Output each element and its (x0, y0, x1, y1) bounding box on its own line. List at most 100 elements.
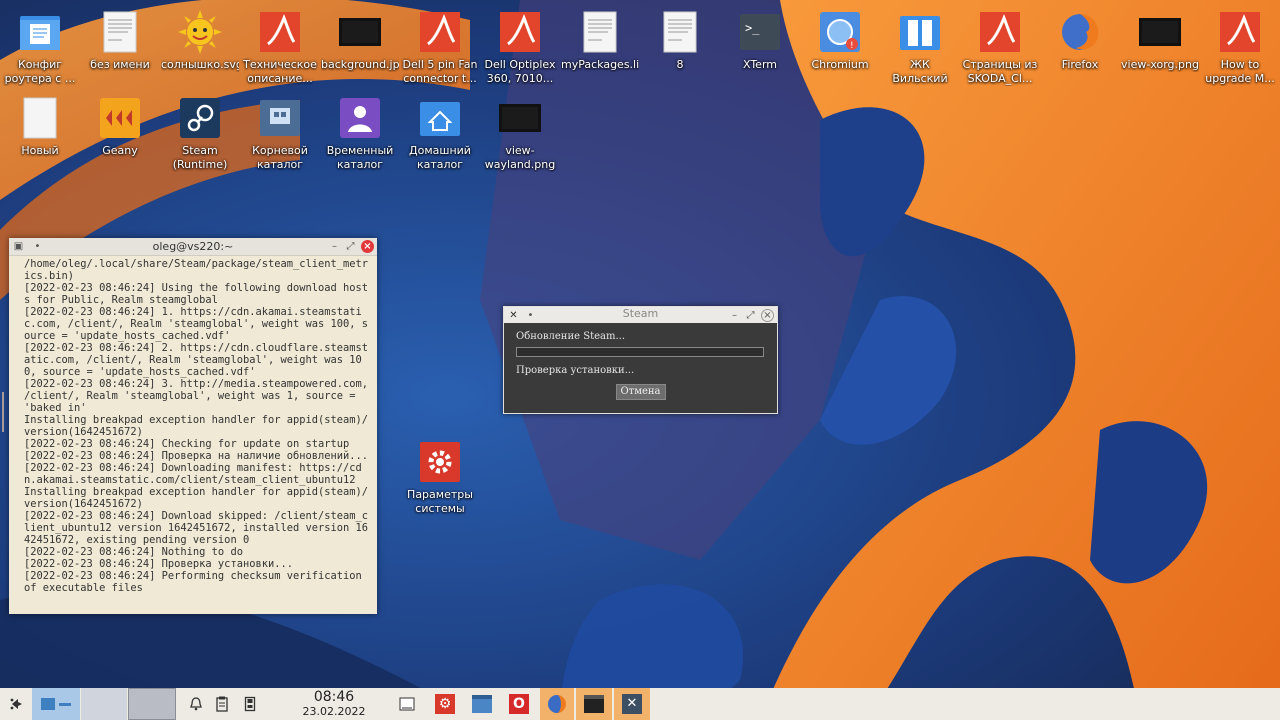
terminal-line: [2022-02-23 08:46:24] Проверка на наличи… (24, 450, 369, 462)
desktop-icon[interactable]: Техническое описание... (241, 6, 319, 90)
desktop-icon[interactable]: Конфиг роутера с ... (1, 6, 79, 90)
terminal-icon (584, 695, 604, 713)
terminal-title: oleg@vs220:~ (152, 240, 234, 253)
temp-folder-icon (338, 96, 382, 140)
desktop-icon[interactable]: Корневой каталог (241, 92, 319, 176)
pdf-file-icon (418, 10, 462, 54)
x-window-icon: ✕ (622, 694, 642, 714)
desktop-icon[interactable]: ! Chromium (801, 6, 879, 90)
close-button[interactable]: × (361, 240, 374, 253)
desktop-icon[interactable]: без имени (81, 6, 159, 90)
terminal-line: [2022-02-23 08:46:24] Checking for updat… (24, 438, 350, 450)
text-file-icon (98, 10, 142, 54)
desktop-icon[interactable]: view-wayland.png (481, 92, 559, 176)
firefox-icon (548, 695, 566, 713)
desktop-icon-label: How to upgrade M... (1205, 58, 1275, 85)
desktop-icon-label: myPackages.list (561, 58, 639, 71)
terminal-line: [2022-02-23 08:46:24] 1. https://cdn.aka… (24, 306, 369, 342)
workspace-3[interactable] (128, 688, 176, 720)
file-manager-icon (472, 695, 492, 713)
show-desktop-icon[interactable] (396, 688, 418, 720)
cancel-button[interactable]: Отмена (615, 384, 666, 400)
taskbar-file-manager-app[interactable] (468, 688, 496, 720)
desktop-icon[interactable]: Dell Optiplex 360, 7010... (481, 6, 559, 90)
terminal-scrollbar[interactable] (2, 392, 4, 432)
desktop-icon-label: Dell Optiplex 360, 7010... (484, 58, 556, 85)
terminal-line: [2022-02-23 08:46:24] Проверка установки… (24, 558, 293, 570)
desktop-icon[interactable]: Steam (Runtime) (161, 92, 239, 176)
desktop-icon[interactable]: солнышко.svg (161, 6, 239, 90)
desktop-icon[interactable]: Страницы из SKODA_Cl... (961, 6, 1039, 90)
taskbar-firefox-app[interactable] (540, 688, 574, 720)
desktop-icon-label: Steam (Runtime) (172, 144, 228, 171)
steam-icon (178, 96, 222, 140)
settings-gear-icon: ⚙ (435, 694, 455, 714)
desktop-icon[interactable]: myPackages.list (561, 6, 639, 90)
desktop-icon-label: Временный каталог (326, 144, 394, 171)
terminal-line: [2022-02-23 08:46:24] Using the followin… (24, 282, 369, 306)
workspace-1[interactable] (32, 688, 80, 720)
desktop-icon-label: без имени (90, 58, 150, 71)
folder-documents-icon (18, 10, 62, 54)
desktop-icon[interactable]: >_ XTerm (721, 6, 799, 90)
maximize-button[interactable]: ⤢ (744, 309, 757, 322)
taskbar: ⚙ O ✕ (0, 688, 1280, 720)
start-menu-button[interactable] (4, 688, 28, 720)
maximize-button[interactable]: ⤢ (344, 240, 357, 253)
image-file-icon (498, 96, 542, 140)
desktop-icon[interactable]: view-xorg.png (1121, 6, 1199, 90)
minimize-button[interactable]: – (728, 309, 741, 322)
desktop-icon[interactable]: Параметры системы (401, 436, 479, 520)
terminal-line: [2022-02-23 08:46:24] Download skipped: … (24, 510, 369, 546)
clock[interactable]: 08:46 23.02.2022 (294, 689, 374, 718)
desktop-icon[interactable]: 8 (641, 6, 719, 90)
desktop-icon[interactable]: Geany (81, 92, 159, 176)
desktop-icon[interactable]: Временный каталог (321, 92, 399, 176)
desktop-icon-label: ЖК Вильский (892, 58, 948, 85)
steam-update-dialog[interactable]: ✕ • Steam – ⤢ × Обновление Steam... Пров… (503, 306, 778, 414)
desktop-icon[interactable]: ЖК Вильский (881, 6, 959, 90)
terminal-line: Installing breakpad exception handler fo… (24, 486, 369, 510)
desktop-icon-label: Chromium (811, 58, 869, 71)
desktop-icon-label: Новый (21, 144, 59, 157)
desktop-icon-label: background.jpg (321, 58, 399, 71)
taskbar-xwindow-app[interactable]: ✕ (614, 688, 650, 720)
terminal-line: [2022-02-23 08:46:24] Nothing to do (24, 546, 243, 558)
close-button[interactable]: × (761, 309, 774, 322)
desktop-icon[interactable]: Dell 5 pin Fan connector t... (401, 6, 479, 90)
terminal-output[interactable]: /home/oleg/.local/share/Steam/package/st… (9, 256, 377, 598)
workspace-window-thumb (41, 698, 55, 710)
geany-icon (98, 96, 142, 140)
minimize-button[interactable]: – (328, 240, 341, 253)
pdf-file-icon (978, 10, 1022, 54)
taskbar-opera-app[interactable]: O (505, 688, 533, 720)
desktop-icon-label: view-wayland.png (484, 144, 556, 171)
desktop-icon[interactable]: Новый (1, 92, 79, 176)
desktop-icon-label: Dell 5 pin Fan connector t... (402, 58, 478, 85)
desktop-icon-label: Техническое описание... (243, 58, 317, 85)
desktop-icon[interactable]: Домашний каталог (401, 92, 479, 176)
steam-titlebar[interactable]: ✕ • Steam – ⤢ × (504, 307, 777, 323)
notification-bell-icon[interactable] (186, 688, 206, 720)
root-folder-icon (258, 96, 302, 140)
image-file-icon (1138, 10, 1182, 54)
terminal-cursor: _ (24, 594, 372, 598)
taskbar-settings-app[interactable]: ⚙ (432, 688, 458, 720)
desktop-icon[interactable]: background.jpg (321, 6, 399, 90)
desktop-icon[interactable]: How to upgrade M... (1201, 6, 1279, 90)
desktop-icon[interactable]: Firefox (1041, 6, 1119, 90)
terminal-line: Installing breakpad exception handler fo… (24, 414, 369, 438)
pdf-file-icon (1218, 10, 1262, 54)
removable-drive-icon[interactable] (240, 688, 260, 720)
clipboard-icon[interactable] (212, 688, 232, 720)
taskbar-terminal-app[interactable] (576, 688, 612, 720)
sun-image-icon (178, 10, 222, 54)
terminal-window[interactable]: ▣ • oleg@vs220:~ – ⤢ × /home/oleg/.local… (9, 238, 377, 614)
pdf-file-icon (498, 10, 542, 54)
terminal-line: [2022-02-23 08:46:24] Performing checksu… (24, 570, 369, 594)
terminal-titlebar[interactable]: ▣ • oleg@vs220:~ – ⤢ × (9, 238, 377, 256)
desktop-icon-label: Параметры системы (407, 488, 473, 515)
workspace-2[interactable] (81, 688, 127, 720)
desktop-icon-label: XTerm (742, 58, 777, 71)
image-file-icon (338, 10, 382, 54)
